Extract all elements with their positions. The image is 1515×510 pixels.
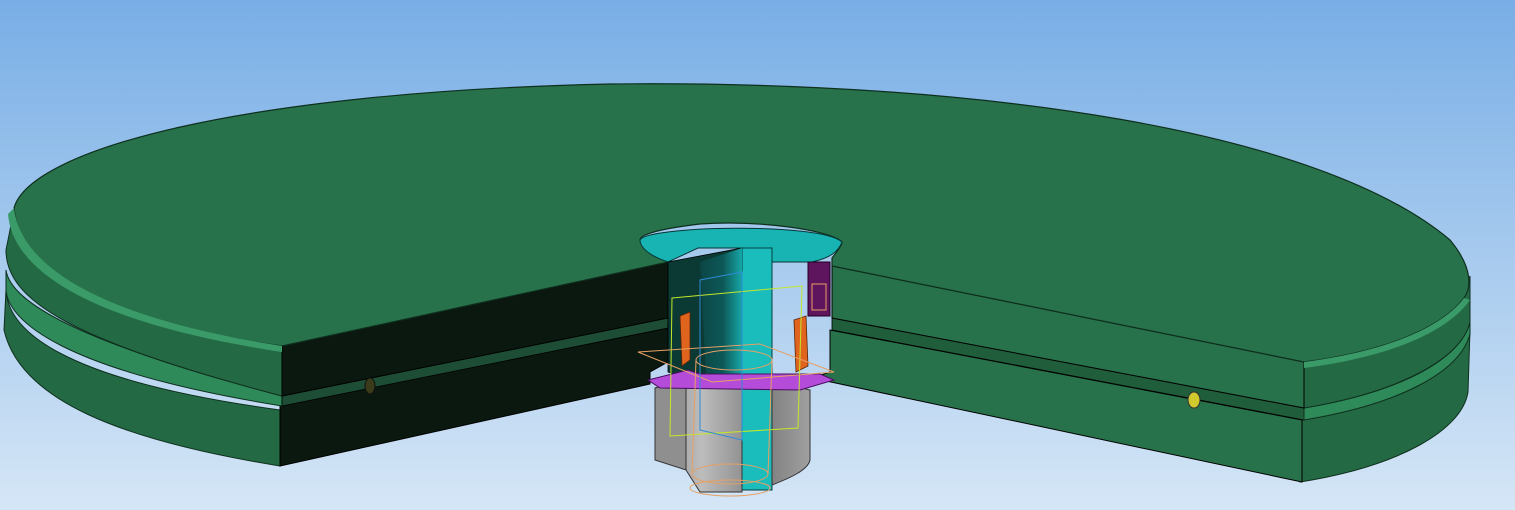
sleeve-left (679, 311, 691, 367)
locking-pin (807, 261, 831, 317)
section-view-model (0, 0, 1515, 510)
dowel-pin-right (1187, 391, 1201, 409)
dowel-pin-left (364, 377, 376, 395)
cad-3d-viewport[interactable] (0, 0, 1515, 510)
